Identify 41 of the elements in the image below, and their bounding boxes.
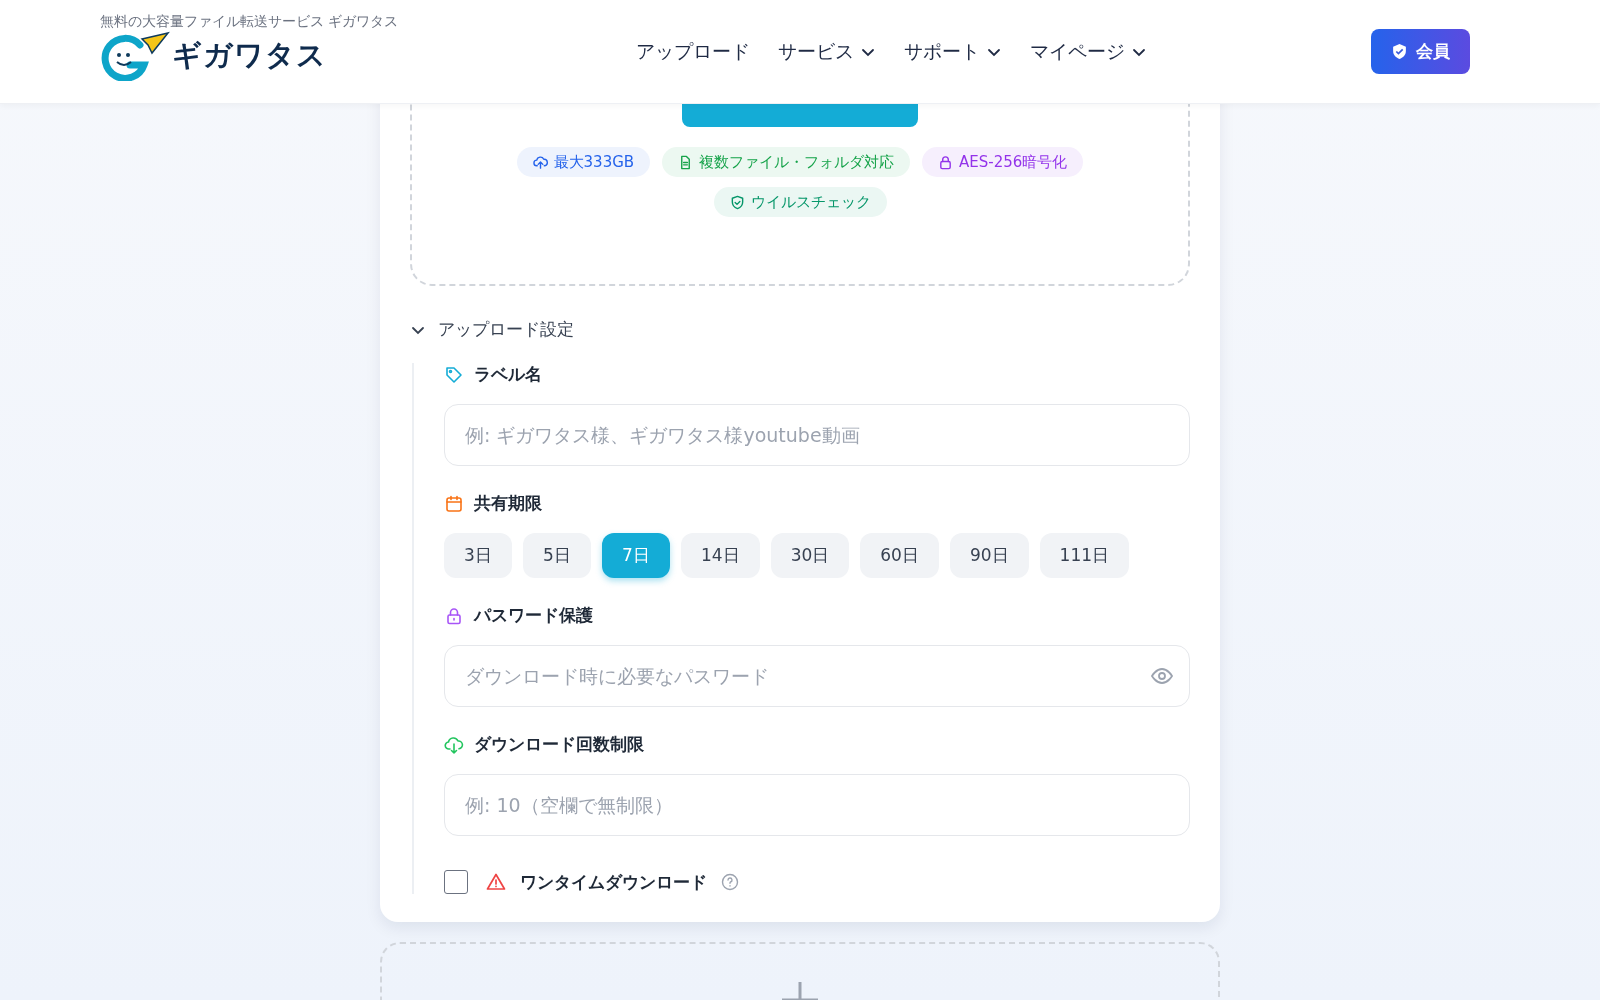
field-label: パスワード保護 bbox=[474, 604, 593, 627]
lock-icon bbox=[938, 154, 954, 170]
member-button[interactable]: 会員 bbox=[1371, 29, 1470, 74]
feature-label: 最大333GB bbox=[553, 152, 635, 172]
duration-option[interactable]: 5日 bbox=[523, 533, 591, 578]
shield-icon bbox=[1391, 43, 1408, 60]
nav-link[interactable]: マイページ bbox=[1030, 38, 1147, 65]
nav-link[interactable]: サービス bbox=[778, 38, 876, 65]
settings-toggle[interactable]: アップロード設定 bbox=[410, 318, 1190, 341]
settings-title: アップロード設定 bbox=[438, 318, 574, 341]
tag-icon bbox=[444, 364, 464, 385]
duration-option[interactable]: 111日 bbox=[1039, 533, 1129, 578]
duration-option[interactable]: 3日 bbox=[444, 533, 512, 578]
warning-icon bbox=[486, 872, 506, 892]
input-field[interactable]: 例: 10（空欄で無制限） bbox=[444, 774, 1190, 836]
download-icon bbox=[444, 734, 464, 755]
field-label: ダウンロード回数制限 bbox=[474, 733, 644, 756]
help-icon[interactable] bbox=[721, 873, 739, 891]
shield-icon bbox=[729, 194, 745, 210]
password-field[interactable]: ダウンロード時に必要なパスワード bbox=[444, 645, 1190, 707]
logo-text[interactable]: ギガワタス bbox=[172, 35, 327, 76]
upload-icon bbox=[532, 154, 548, 170]
feature-label: ウイルスチェック bbox=[750, 192, 871, 212]
field-label: ラベル名 bbox=[474, 363, 542, 386]
nav-link[interactable]: アップロード bbox=[636, 38, 750, 65]
feature-label: 複数ファイル・フォルダ対応 bbox=[699, 152, 895, 172]
input-field[interactable]: 例: ギガワタス様、ギガワタス様youtube動画 bbox=[444, 404, 1190, 466]
duration-option[interactable]: 60日 bbox=[860, 533, 939, 578]
nav-link[interactable]: サポート bbox=[904, 38, 1002, 65]
drop-zone[interactable]: 最大333GB 複数ファイル・フォルダ対応 AES-256暗号化 ウイルスチェック bbox=[410, 104, 1190, 286]
field-label: 共有期限 bbox=[474, 492, 542, 515]
option-label: ワンタイムダウンロード bbox=[520, 870, 707, 894]
duration-option[interactable]: 30日 bbox=[770, 533, 850, 578]
duration-option[interactable]: 90日 bbox=[949, 533, 1029, 578]
tagline: 無料の大容量ファイル転送サービス ギガワタス bbox=[100, 12, 400, 31]
lock-icon bbox=[444, 605, 464, 626]
duration-option[interactable]: 14日 bbox=[681, 533, 760, 578]
calendar-icon bbox=[444, 493, 464, 514]
checkbox[interactable] bbox=[444, 870, 468, 894]
logo-icon[interactable] bbox=[100, 30, 170, 81]
feature-label: AES-256暗号化 bbox=[959, 152, 1068, 172]
